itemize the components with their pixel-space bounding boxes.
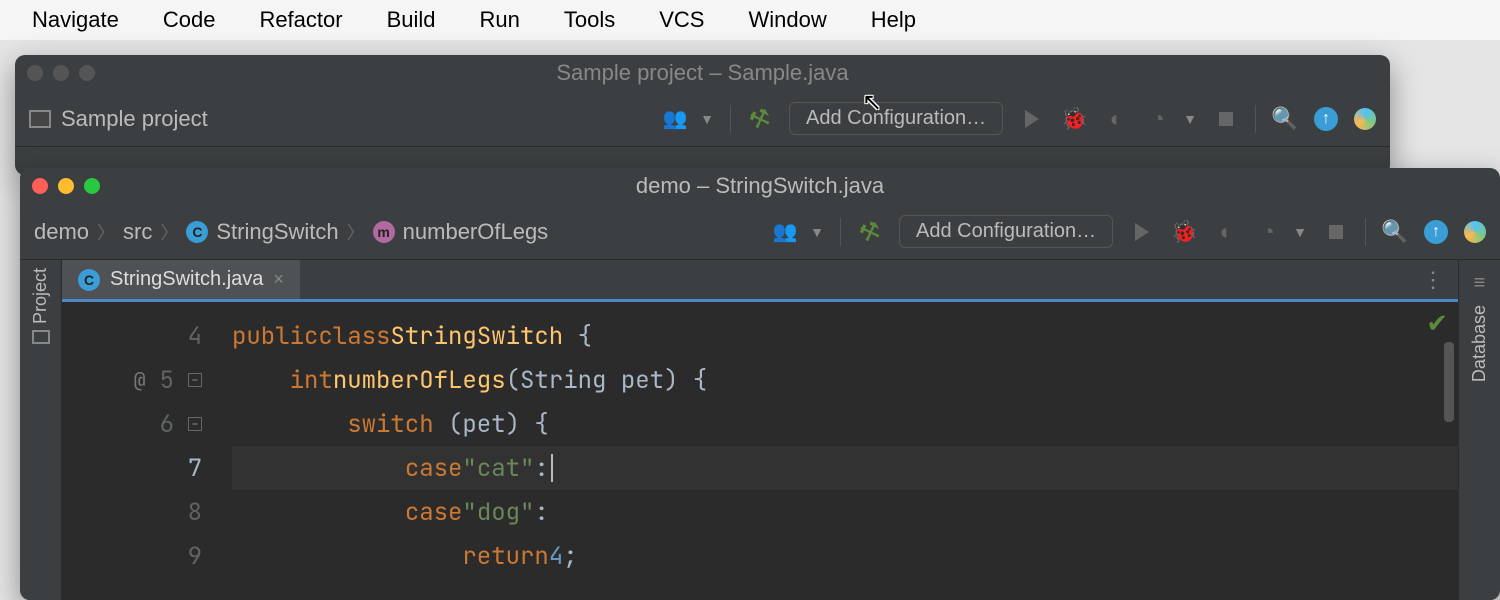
toolbar: demo 〉 src 〉 C StringSwitch 〉 m numberOf… [20, 204, 1500, 260]
breadcrumb-method[interactable]: numberOfLegs [403, 219, 549, 245]
project-icon [29, 110, 51, 128]
minimize-icon[interactable] [53, 65, 69, 81]
code-content[interactable]: public class StringSwitch { int numberOf… [222, 302, 1458, 600]
coverage-icon[interactable]: ◐ [1213, 219, 1239, 245]
method-icon: m [373, 221, 395, 243]
divider [840, 218, 841, 246]
breadcrumb[interactable]: demo 〉 src 〉 C StringSwitch 〉 m numberOf… [34, 219, 548, 245]
coverage-icon[interactable]: ◐ [1103, 106, 1129, 132]
sidebar-item-database[interactable]: Database [1469, 305, 1490, 382]
menu-item[interactable]: Build [365, 7, 458, 33]
stop-icon[interactable] [1213, 106, 1239, 132]
menu-item[interactable]: Run [458, 7, 542, 33]
gutter[interactable]: 4 @5– 6– 7 8 9 [62, 302, 222, 600]
line-number: 8 [188, 497, 202, 528]
sidebar-item-project[interactable]: Project [30, 268, 51, 324]
add-configuration-button[interactable]: Add Configuration… [789, 102, 1003, 135]
chevron-right-icon: 〉 [160, 219, 178, 245]
line-number: 9 [188, 541, 202, 572]
close-icon[interactable] [27, 65, 43, 81]
window-title: Sample project – Sample.java [15, 60, 1390, 86]
profiler-icon[interactable]: ◔ [1255, 219, 1281, 245]
titlebar[interactable]: demo – StringSwitch.java [20, 168, 1500, 204]
ide-logo-icon[interactable] [1354, 108, 1376, 130]
code-editor[interactable]: ✔ 4 @5– 6– 7 8 9 public class StringSwit… [62, 302, 1458, 600]
maximize-icon[interactable] [84, 178, 100, 194]
menu-item[interactable]: Refactor [237, 7, 364, 33]
divider [1255, 105, 1256, 133]
menu-item[interactable]: Code [141, 7, 238, 33]
run-icon[interactable] [1129, 219, 1155, 245]
left-sidebar: Project [20, 260, 62, 600]
update-icon[interactable]: ↑ [1314, 107, 1338, 131]
close-icon[interactable]: × [273, 269, 284, 290]
toolbar: Sample project 👥 ▼ ⚒ Add Configuration… … [15, 91, 1390, 147]
minimize-icon[interactable] [58, 178, 74, 194]
maximize-icon[interactable] [79, 65, 95, 81]
fold-icon[interactable]: – [188, 417, 202, 431]
debug-icon[interactable]: 🐞 [1171, 219, 1197, 245]
chevron-down-icon[interactable]: ▼ [1293, 224, 1307, 240]
kebab-icon[interactable]: ⋮ [1408, 267, 1458, 293]
editor-main: C StringSwitch.java × ⋮ ✔ 4 @5– 6– 7 8 9 [62, 260, 1458, 600]
user-icon[interactable]: 👥 [662, 106, 688, 132]
foreground-window: demo – StringSwitch.java demo 〉 src 〉 C … [20, 168, 1500, 600]
user-icon[interactable]: 👥 [772, 219, 798, 245]
menu-item[interactable]: VCS [637, 7, 726, 33]
tab-file[interactable]: C StringSwitch.java × [62, 260, 300, 299]
background-window: Sample project – Sample.java Sample proj… [15, 55, 1390, 175]
text-caret [551, 454, 553, 482]
project-name: Sample project [61, 106, 208, 132]
add-configuration-button[interactable]: Add Configuration… [899, 215, 1113, 248]
breadcrumb-class[interactable]: StringSwitch [216, 219, 338, 245]
chevron-right-icon: 〉 [347, 219, 365, 245]
menu-item[interactable]: Tools [542, 7, 637, 33]
menu-item[interactable]: Help [849, 7, 938, 33]
chevron-down-icon[interactable]: ▼ [810, 224, 824, 240]
profiler-icon[interactable]: ◔ [1145, 106, 1171, 132]
fold-icon[interactable]: – [188, 373, 202, 387]
window-title: demo – StringSwitch.java [20, 173, 1500, 199]
database-icon[interactable]: ≡ [1474, 272, 1486, 295]
update-icon[interactable]: ↑ [1424, 220, 1448, 244]
search-icon[interactable]: 🔍 [1382, 219, 1408, 245]
line-number: 5 [160, 365, 174, 396]
tab-label: StringSwitch.java [110, 268, 263, 291]
breadcrumb-project[interactable]: demo [34, 219, 89, 245]
system-menubar: Navigate Code Refactor Build Run Tools V… [0, 0, 1500, 40]
stop-icon[interactable] [1323, 219, 1349, 245]
project-tool-icon[interactable] [32, 330, 50, 344]
chevron-down-icon[interactable]: ▼ [1183, 111, 1197, 127]
line-number: 7 [188, 453, 202, 484]
chevron-down-icon[interactable]: ▼ [700, 111, 714, 127]
ide-logo-icon[interactable] [1464, 221, 1486, 243]
debug-icon[interactable]: 🐞 [1061, 106, 1087, 132]
right-sidebar: ≡ Database [1458, 260, 1500, 600]
menu-item[interactable]: Window [726, 7, 848, 33]
titlebar[interactable]: Sample project – Sample.java [15, 55, 1390, 91]
hammer-icon[interactable]: ⚒ [743, 102, 776, 135]
divider [730, 105, 731, 133]
chevron-right-icon: 〉 [97, 219, 115, 245]
breadcrumb-folder[interactable]: src [123, 219, 152, 245]
run-icon[interactable] [1019, 106, 1045, 132]
line-number: 4 [188, 321, 202, 352]
class-icon: C [186, 221, 208, 243]
editor-area: Project C StringSwitch.java × ⋮ ✔ 4 @5– … [20, 260, 1500, 600]
search-icon[interactable]: 🔍 [1272, 106, 1298, 132]
menu-item[interactable]: Navigate [10, 7, 141, 33]
line-number: 6 [160, 409, 174, 440]
divider [1365, 218, 1366, 246]
close-icon[interactable] [32, 178, 48, 194]
hammer-icon[interactable]: ⚒ [853, 215, 886, 248]
override-icon[interactable]: @ [134, 367, 146, 393]
class-icon: C [78, 269, 100, 291]
editor-tabs: C StringSwitch.java × ⋮ [62, 260, 1458, 302]
